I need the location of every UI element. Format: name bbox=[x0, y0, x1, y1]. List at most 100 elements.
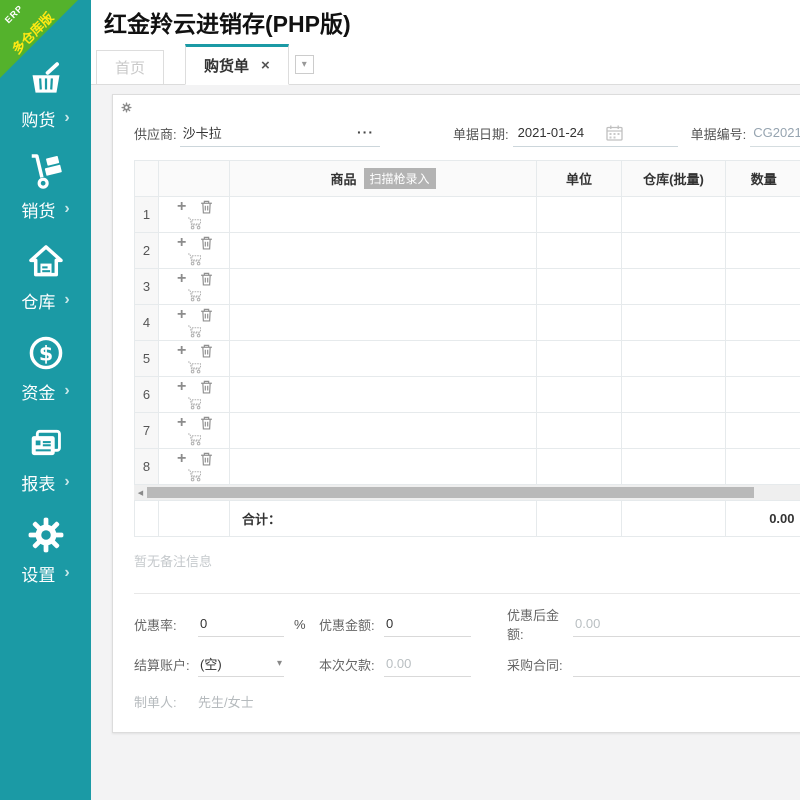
close-icon[interactable]: × bbox=[261, 57, 270, 74]
sidebar-item-settings[interactable]: 设置 › bbox=[0, 505, 91, 596]
product-cell[interactable] bbox=[230, 269, 537, 305]
add-row-icon[interactable]: + bbox=[174, 271, 189, 287]
product-cell[interactable] bbox=[230, 233, 537, 269]
select-product-cart-icon[interactable] bbox=[187, 469, 202, 482]
add-row-icon[interactable]: + bbox=[174, 343, 189, 359]
select-product-cart-icon[interactable] bbox=[187, 397, 202, 410]
add-row-icon[interactable]: + bbox=[174, 235, 189, 251]
select-product-cart-icon[interactable] bbox=[187, 325, 202, 338]
warehouse-cell[interactable] bbox=[622, 197, 726, 233]
add-row-icon[interactable]: + bbox=[174, 199, 189, 215]
warehouse-cell[interactable] bbox=[622, 413, 726, 449]
product-cell[interactable] bbox=[230, 305, 537, 341]
tab-list-dropdown-button[interactable]: ▾ bbox=[295, 55, 314, 74]
horizontal-scrollbar[interactable]: ◀ bbox=[134, 485, 800, 500]
tab-purchase-order[interactable]: 购货单 × bbox=[185, 44, 289, 85]
table-row: 6 + bbox=[135, 377, 800, 413]
sidebar-item-label: 资金 bbox=[21, 379, 55, 404]
delete-row-icon[interactable] bbox=[199, 380, 214, 394]
sidebar-item-sales[interactable]: 销货 › bbox=[0, 141, 91, 232]
scroll-left-arrow-icon[interactable]: ◀ bbox=[134, 485, 147, 500]
delete-row-icon[interactable] bbox=[199, 344, 214, 358]
contract-input[interactable] bbox=[573, 651, 800, 677]
warehouse-cell[interactable] bbox=[622, 305, 726, 341]
remark-input[interactable]: 暂无备注信息 bbox=[134, 537, 800, 594]
unit-cell[interactable] bbox=[537, 413, 622, 449]
discount-rate-input[interactable]: 0 bbox=[198, 611, 284, 637]
quantity-cell[interactable] bbox=[726, 341, 800, 377]
add-row-icon[interactable]: + bbox=[174, 379, 189, 395]
date-input[interactable]: 2021-01-24 bbox=[513, 119, 678, 147]
quantity-cell[interactable] bbox=[726, 197, 800, 233]
unit-cell[interactable] bbox=[537, 269, 622, 305]
discount-amount-input[interactable]: 0 bbox=[384, 611, 471, 637]
report-icon bbox=[27, 425, 65, 463]
select-product-cart-icon[interactable] bbox=[187, 433, 202, 446]
unit-cell[interactable] bbox=[537, 341, 622, 377]
product-cell[interactable] bbox=[230, 449, 537, 485]
chevron-down-icon[interactable]: ▾ bbox=[277, 658, 282, 669]
unit-cell[interactable] bbox=[537, 377, 622, 413]
quantity-cell[interactable] bbox=[726, 269, 800, 305]
warehouse-icon bbox=[27, 243, 65, 281]
quantity-cell[interactable] bbox=[726, 413, 800, 449]
table-row: 1 + bbox=[135, 197, 800, 233]
add-row-icon[interactable]: + bbox=[174, 415, 189, 431]
add-row-icon[interactable]: + bbox=[174, 307, 189, 323]
sidebar-item-funds[interactable]: $ 资金 › bbox=[0, 323, 91, 414]
sidebar-item-label: 购货 bbox=[21, 106, 55, 131]
sidebar-item-label: 设置 bbox=[21, 561, 55, 586]
delete-row-icon[interactable] bbox=[199, 236, 214, 250]
scrollbar-thumb[interactable] bbox=[147, 487, 754, 498]
warehouse-cell[interactable] bbox=[622, 233, 726, 269]
product-column-header: 商品 扫描枪录入 bbox=[230, 161, 537, 197]
sidebar-item-warehouse[interactable]: 仓库 › bbox=[0, 232, 91, 323]
select-product-cart-icon[interactable] bbox=[187, 253, 202, 266]
quantity-cell[interactable] bbox=[726, 449, 800, 485]
delete-row-icon[interactable] bbox=[199, 452, 214, 466]
unit-cell[interactable] bbox=[537, 449, 622, 485]
row-number: 1 bbox=[135, 197, 159, 233]
add-row-icon[interactable]: + bbox=[174, 451, 189, 467]
delete-row-icon[interactable] bbox=[199, 272, 214, 286]
contract-label: 采购合同: bbox=[507, 655, 573, 674]
warehouse-column-header: 仓库(批量) bbox=[622, 161, 726, 197]
product-cell[interactable] bbox=[230, 413, 537, 449]
sidebar-item-label: 报表 bbox=[21, 470, 55, 495]
settle-account-select[interactable]: (空) ▾ bbox=[198, 651, 284, 677]
calendar-icon[interactable] bbox=[606, 125, 623, 141]
warehouse-cell[interactable] bbox=[622, 449, 726, 485]
supplier-lookup-button[interactable]: ··· bbox=[357, 130, 374, 136]
delete-row-icon[interactable] bbox=[199, 308, 214, 322]
scan-gun-input-button[interactable]: 扫描枪录入 bbox=[364, 168, 436, 189]
product-cell[interactable] bbox=[230, 377, 537, 413]
chevron-right-icon: › bbox=[64, 565, 69, 581]
select-product-cart-icon[interactable] bbox=[187, 217, 202, 230]
supplier-input[interactable]: 沙卡拉 ··· bbox=[180, 119, 380, 147]
warehouse-cell[interactable] bbox=[622, 377, 726, 413]
order-number-input[interactable]: CG2021 bbox=[750, 119, 800, 147]
items-grid: 商品 扫描枪录入 单位 仓库(批量) 数量 1 bbox=[134, 160, 800, 485]
creator-label: 制单人: bbox=[134, 692, 198, 711]
warehouse-cell[interactable] bbox=[622, 341, 726, 377]
panel-gear-icon[interactable] bbox=[121, 101, 132, 116]
tab-home[interactable]: 首页 bbox=[96, 50, 164, 84]
delete-row-icon[interactable] bbox=[199, 416, 214, 430]
unit-cell[interactable] bbox=[537, 233, 622, 269]
quantity-cell[interactable] bbox=[726, 233, 800, 269]
product-cell[interactable] bbox=[230, 197, 537, 233]
unit-cell[interactable] bbox=[537, 305, 622, 341]
warehouse-cell[interactable] bbox=[622, 269, 726, 305]
order-number-value: CG2021 bbox=[750, 125, 800, 140]
delete-row-icon[interactable] bbox=[199, 200, 214, 214]
product-cell[interactable] bbox=[230, 341, 537, 377]
table-row: 4 + bbox=[135, 305, 800, 341]
sidebar-item-reports[interactable]: 报表 › bbox=[0, 414, 91, 505]
select-product-cart-icon[interactable] bbox=[187, 361, 202, 374]
quantity-cell[interactable] bbox=[726, 377, 800, 413]
select-product-cart-icon[interactable] bbox=[187, 289, 202, 302]
product-header-label: 商品 bbox=[330, 169, 356, 188]
quantity-cell[interactable] bbox=[726, 305, 800, 341]
content-area: 供应商: 沙卡拉 ··· 单据日期: 2021-01-24 bbox=[91, 85, 800, 800]
unit-cell[interactable] bbox=[537, 197, 622, 233]
